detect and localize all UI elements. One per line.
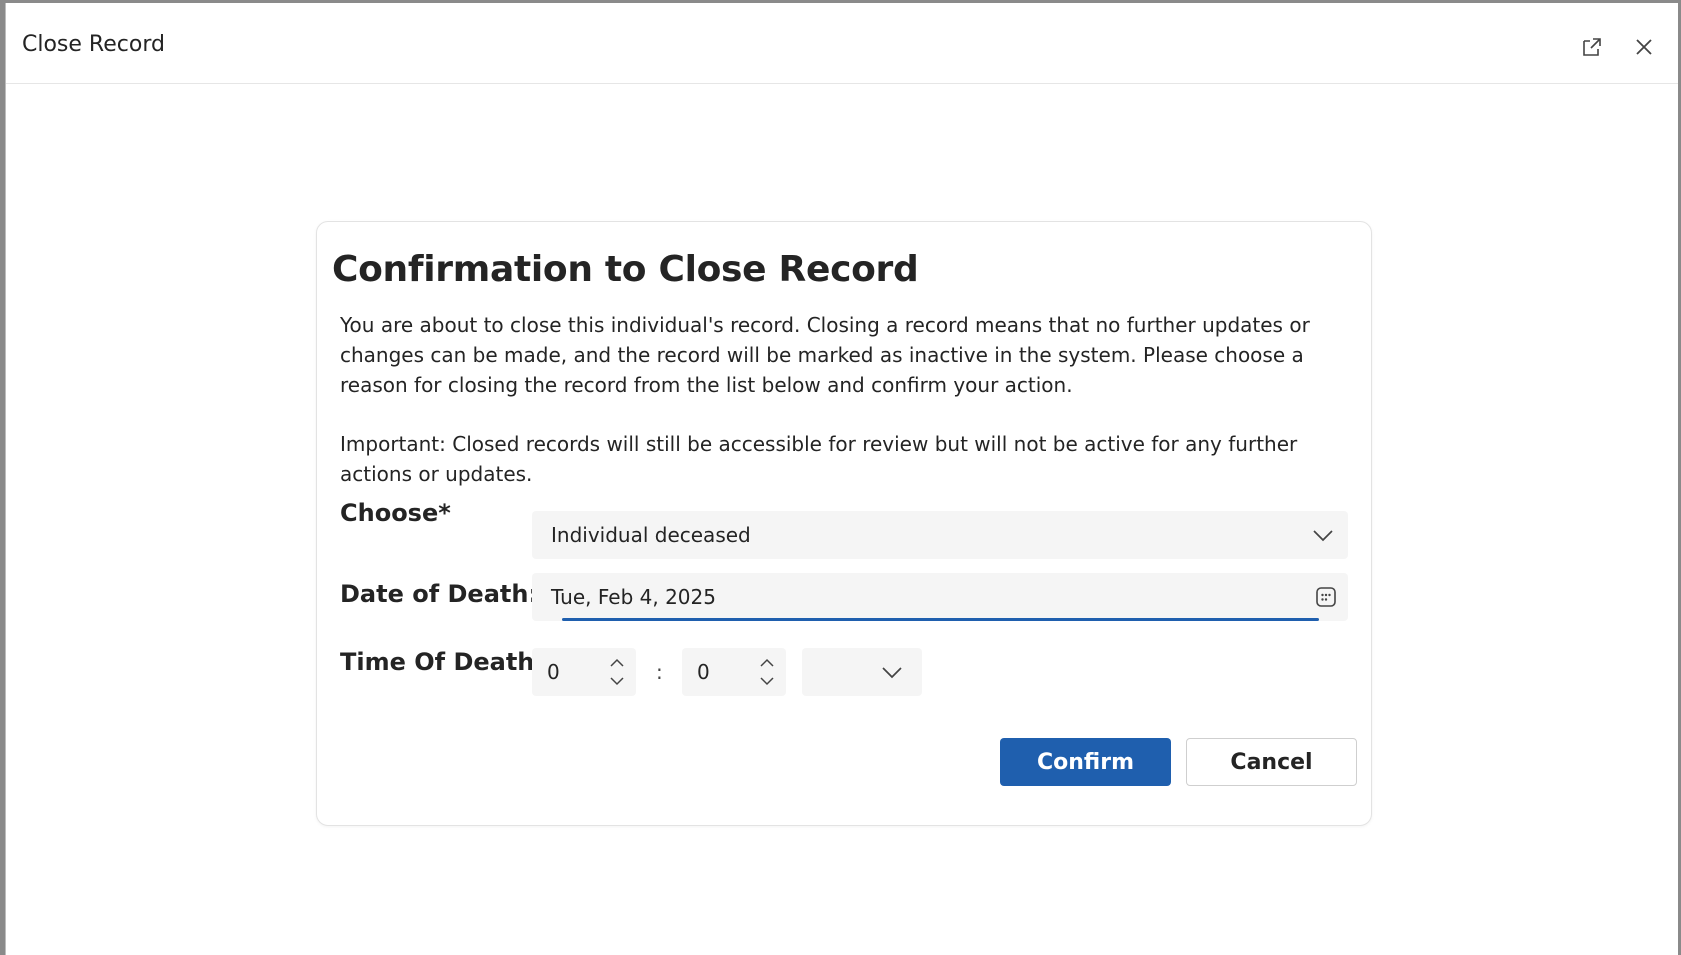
chevron-down-icon: [760, 676, 774, 685]
ampm-dropdown[interactable]: [802, 648, 922, 696]
calendar-icon: [1316, 587, 1336, 607]
dialog-description: You are about to close this individual's…: [340, 310, 1362, 489]
confirm-button[interactable]: Confirm: [1000, 738, 1171, 786]
dialog-heading: Confirmation to Close Record: [332, 249, 919, 290]
chevron-down-icon: [882, 667, 902, 679]
chevron-up-icon: [760, 658, 774, 667]
date-of-death-label: Date of Death:: [340, 580, 539, 608]
date-of-death-input[interactable]: Tue, Feb 4, 2025: [532, 573, 1348, 621]
time-separator: :: [656, 660, 663, 684]
time-of-death-label: Time Of Death:: [340, 648, 544, 676]
description-paragraph: You are about to close this individual's…: [340, 313, 1310, 397]
popout-button[interactable]: [1574, 29, 1610, 65]
choose-label: Choose*: [340, 499, 451, 527]
hour-spinbutton[interactable]: 0: [532, 648, 636, 696]
reason-dropdown[interactable]: Individual deceased: [532, 511, 1348, 559]
chevron-down-icon: [610, 676, 624, 685]
calendar-button[interactable]: [1314, 585, 1338, 609]
close-icon: [1636, 39, 1652, 55]
close-record-window: Close Record Confirmation to Close Recor…: [5, 3, 1678, 955]
window-header: Close Record: [6, 3, 1678, 84]
window-title: Close Record: [22, 32, 165, 57]
cancel-button[interactable]: Cancel: [1186, 738, 1357, 786]
hour-decrement-button[interactable]: [608, 674, 626, 688]
hour-increment-button[interactable]: [608, 655, 626, 669]
chevron-down-icon: [1313, 530, 1333, 542]
hour-value: 0: [547, 660, 560, 684]
focus-underline: [562, 618, 1319, 621]
minute-decrement-button[interactable]: [758, 674, 776, 688]
minute-value: 0: [697, 660, 710, 684]
important-note: Important: Closed records will still be …: [340, 432, 1298, 486]
confirmation-card: Confirmation to Close Record You are abo…: [316, 221, 1372, 826]
popout-icon: [1583, 38, 1601, 56]
chevron-up-icon: [610, 658, 624, 667]
reason-dropdown-value: Individual deceased: [551, 523, 751, 547]
date-of-death-value: Tue, Feb 4, 2025: [551, 585, 716, 609]
minute-increment-button[interactable]: [758, 655, 776, 669]
close-button[interactable]: [1626, 29, 1662, 65]
minute-spinbutton[interactable]: 0: [682, 648, 786, 696]
